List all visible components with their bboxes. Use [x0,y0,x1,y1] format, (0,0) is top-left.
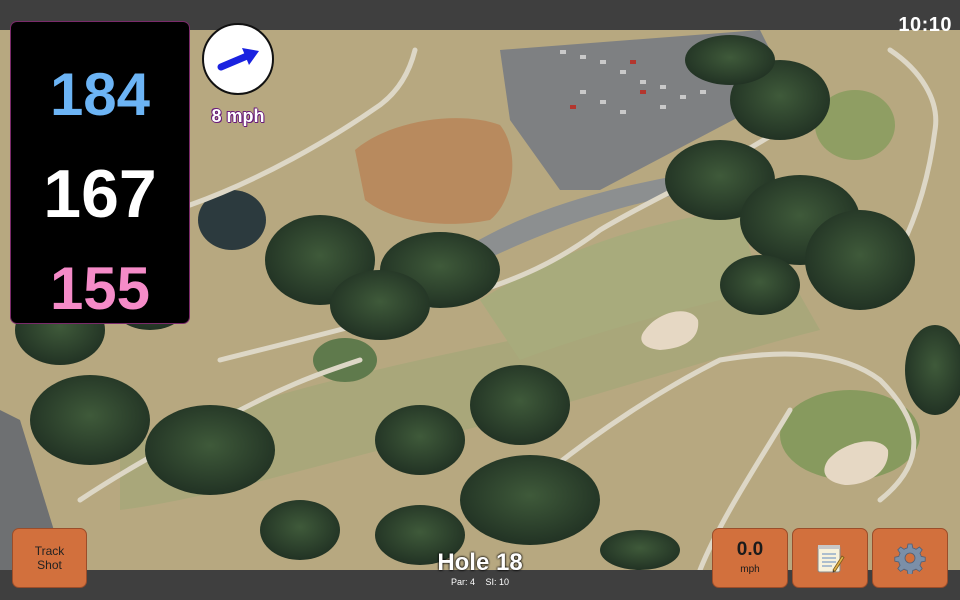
hole-title: Hole 18 [437,549,523,576]
hole-stroke-index: SI: 10 [485,577,510,587]
speed-unit: mph [740,564,760,575]
wind-speed-label: 8 mph [211,106,265,126]
hole-info: Par: 4 SI: 10 [380,577,580,588]
track-shot-label-line1: Track [34,544,65,558]
notes-button[interactable] [792,528,868,588]
clock: 10:10 [898,14,952,36]
distance-panel: 184 167 155 [11,22,189,323]
speed-button[interactable]: 0.0 mph [712,528,788,588]
wind-indicator [202,23,274,95]
gear-icon [894,543,926,574]
settings-button[interactable] [872,528,948,588]
track-shot-label-line2: Shot [37,558,62,572]
track-shot-button[interactable]: Track Shot [12,528,87,588]
hole-par: Par: 4 [450,577,475,587]
middle-distance: 167 [43,156,157,232]
front-distance: 155 [49,255,151,322]
wind-direction-arrow-icon [217,48,259,71]
speed-value: 0.0 [736,539,764,560]
back-distance: 184 [49,61,151,128]
notepad-icon [817,545,845,573]
